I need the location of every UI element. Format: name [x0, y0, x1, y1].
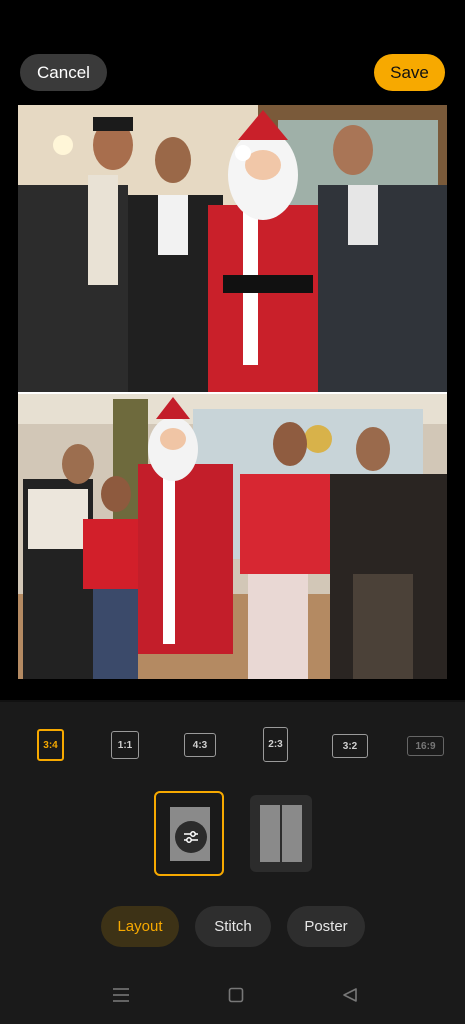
- ratio-3-2-button[interactable]: 3:2: [332, 734, 368, 758]
- mode-tabs: Layout Stitch Poster: [0, 906, 465, 948]
- ratio-16-9-button[interactable]: 16:9: [407, 736, 444, 756]
- ratio-3-4-button[interactable]: 3:4: [37, 729, 64, 761]
- ratio-1-1-button[interactable]: 1:1: [111, 731, 139, 759]
- ratio-4-3-button[interactable]: 4:3: [184, 733, 216, 757]
- cancel-button[interactable]: Cancel: [20, 54, 107, 91]
- collage-photo-top[interactable]: [18, 105, 447, 392]
- tab-stitch[interactable]: Stitch: [195, 906, 271, 947]
- system-navigation-bar: [0, 980, 465, 1010]
- template-single[interactable]: [154, 791, 224, 876]
- adjust-sliders-icon[interactable]: [175, 821, 207, 853]
- template-column-left: [260, 805, 280, 862]
- back-icon[interactable]: [340, 985, 360, 1005]
- ratio-2-3-button[interactable]: 2:3: [263, 727, 288, 762]
- home-icon[interactable]: [226, 985, 246, 1005]
- aspect-ratio-bar: 3:4 1:1 4:3 2:3 3:2 16:9: [0, 727, 465, 763]
- template-two-columns[interactable]: [250, 795, 312, 872]
- collage-canvas: [18, 105, 447, 679]
- save-button[interactable]: Save: [374, 54, 445, 91]
- layout-templates: [0, 791, 465, 876]
- tab-layout[interactable]: Layout: [101, 906, 179, 947]
- collage-photo-bottom[interactable]: [18, 394, 447, 679]
- collage-editor-screen: Cancel Save 3:4 1:1 4:3 2:3 3:2 16:9 Lay…: [0, 0, 465, 1024]
- photo-santa-men: [18, 105, 447, 392]
- template-column-right: [282, 805, 302, 862]
- menu-icon[interactable]: [111, 985, 131, 1005]
- photo-santa-family: [18, 394, 447, 679]
- tab-poster[interactable]: Poster: [287, 906, 365, 947]
